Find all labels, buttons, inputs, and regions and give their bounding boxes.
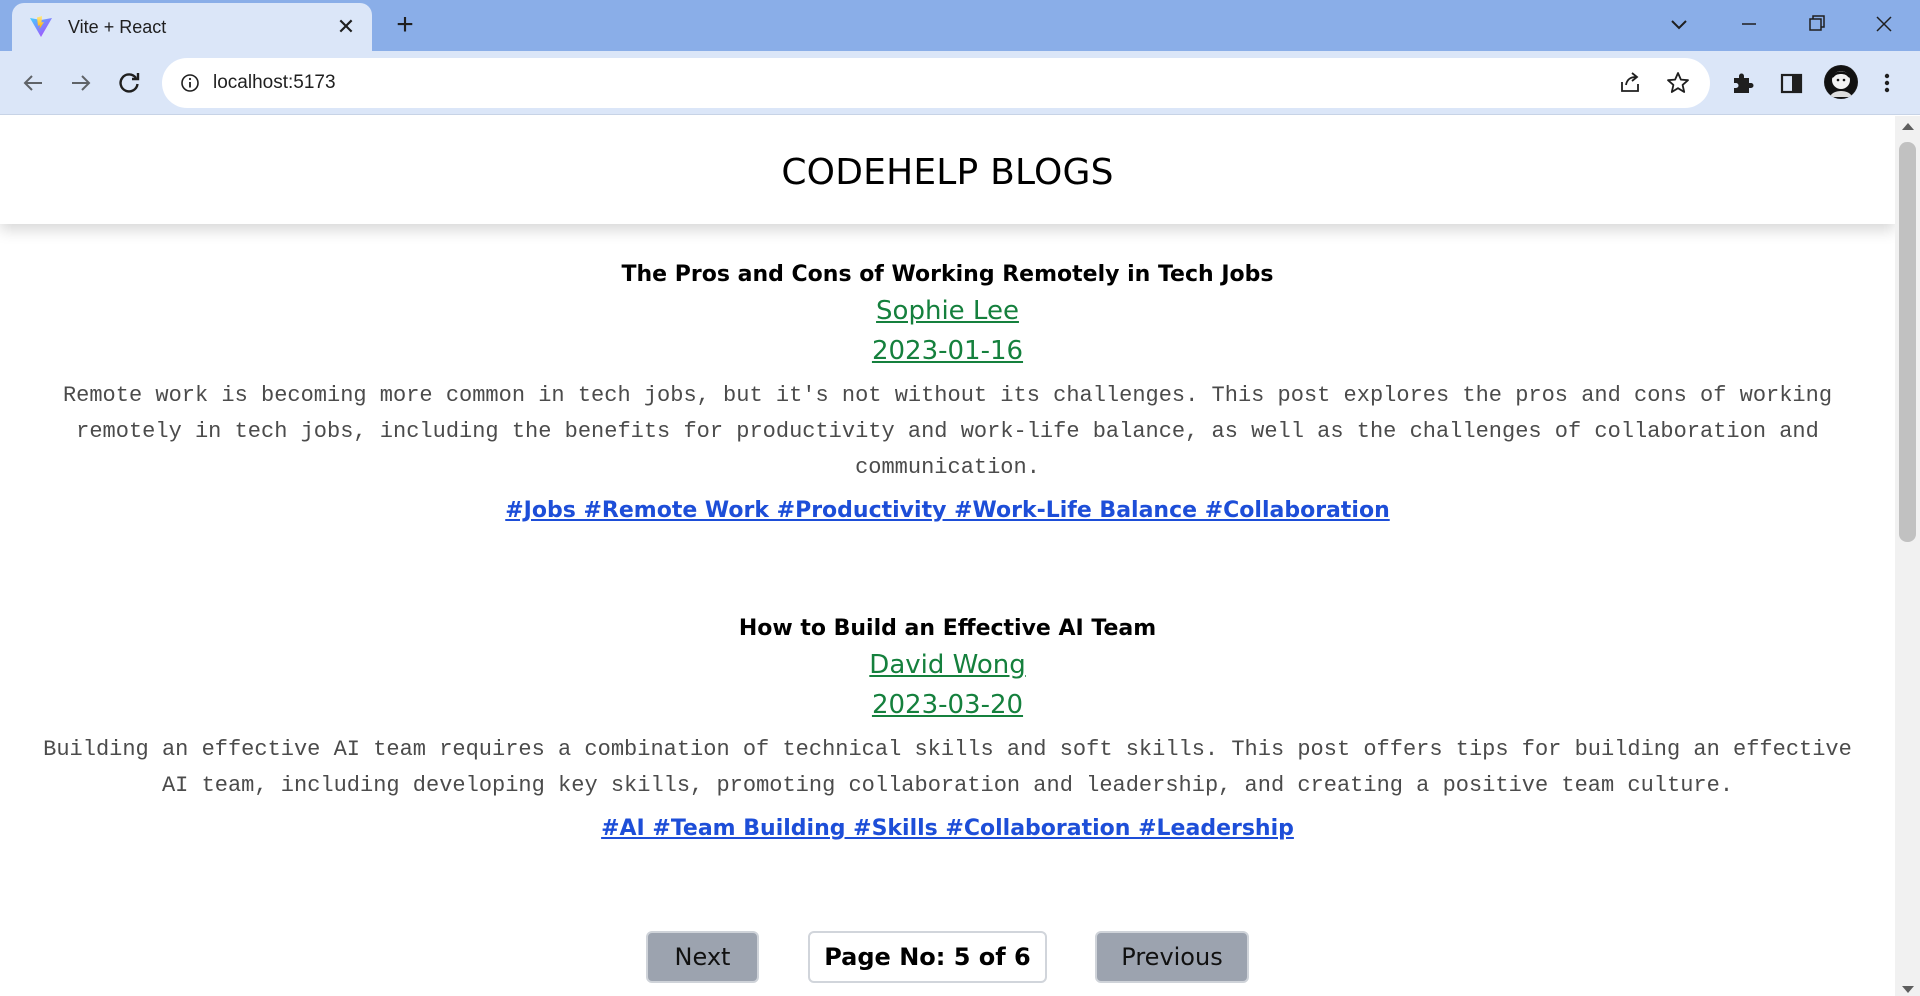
blog-post: How to Build an Effective AI Team David …	[0, 616, 1895, 841]
reload-icon[interactable]	[114, 68, 144, 98]
address-bar[interactable]: localhost:5173	[162, 58, 1710, 108]
avatar[interactable]	[1824, 65, 1858, 99]
url-text[interactable]: localhost:5173	[213, 72, 336, 94]
scroll-up-arrow-icon[interactable]	[1902, 123, 1914, 130]
site-header: CODEHELP BLOGS	[0, 116, 1895, 224]
post-content-line: AI team, including developing key skills…	[161, 773, 1734, 798]
post-date-link[interactable]: 2023-03-20	[872, 690, 1023, 720]
post-tags-link[interactable]: #Jobs #Remote Work #Productivity #Work-L…	[505, 498, 1389, 523]
share-icon[interactable]	[1617, 70, 1643, 96]
post-title: The Pros and Cons of Working Remotely in…	[621, 262, 1274, 287]
browser-tab[interactable]: Vite + React ✕	[12, 3, 372, 51]
blog-page: CODEHELP BLOGS The Pros and Cons of Work…	[0, 116, 1895, 996]
previous-button[interactable]: Previous	[1095, 931, 1249, 983]
page-title: CODEHELP BLOGS	[781, 152, 1114, 193]
restore-icon[interactable]	[1796, 8, 1836, 40]
scroll-down-arrow-icon[interactable]	[1902, 986, 1914, 993]
post-content-line: communication.	[855, 455, 1040, 480]
scroll-thumb[interactable]	[1899, 142, 1916, 542]
post-content-line: Building an effective AI team requires a…	[43, 737, 1852, 762]
star-icon[interactable]	[1665, 70, 1691, 96]
side-panel-icon[interactable]	[1776, 68, 1806, 98]
post-content-line: Remote work is becoming more common in t…	[62, 383, 1833, 408]
profile-picture	[1825, 66, 1857, 98]
post-content: Remote work is becoming more common in t…	[18, 378, 1878, 486]
close-icon[interactable]	[1864, 8, 1904, 40]
post-title: How to Build an Effective AI Team	[738, 616, 1157, 641]
post-author-link[interactable]: Sophie Lee	[876, 296, 1019, 326]
plus-icon[interactable]: +	[390, 10, 420, 40]
close-icon[interactable]: ✕	[334, 15, 358, 39]
post-tags-link[interactable]: #AI #Team Building #Skills #Collaboratio…	[601, 816, 1294, 841]
chevron-down-icon[interactable]	[1664, 10, 1694, 40]
puzzle-icon[interactable]	[1728, 68, 1758, 98]
page-number-label: Page No: 5 of 6	[808, 931, 1047, 983]
tab-title: Vite + React	[68, 17, 167, 37]
post-date-link[interactable]: 2023-01-16	[872, 336, 1023, 366]
arrow-right-icon[interactable]	[66, 68, 96, 98]
kebab-menu-icon[interactable]	[1872, 68, 1902, 98]
arrow-left-icon[interactable]	[18, 68, 48, 98]
post-content: Building an effective AI team requires a…	[18, 732, 1878, 804]
browser-toolbar: localhost:5173	[0, 51, 1920, 115]
minimize-icon[interactable]	[1728, 8, 1768, 40]
post-content-line: remotely in tech jobs, including the ben…	[76, 419, 1819, 444]
post-author-link[interactable]: David Wong	[869, 650, 1025, 680]
info-icon[interactable]	[180, 73, 200, 93]
page-viewport: CODEHELP BLOGS The Pros and Cons of Work…	[0, 116, 1920, 996]
next-button[interactable]: Next	[646, 931, 759, 983]
blog-post: The Pros and Cons of Working Remotely in…	[0, 262, 1895, 523]
vite-logo-icon	[30, 16, 52, 37]
vertical-scrollbar[interactable]	[1895, 116, 1920, 996]
tab-strip: Vite + React ✕ +	[0, 0, 1920, 51]
